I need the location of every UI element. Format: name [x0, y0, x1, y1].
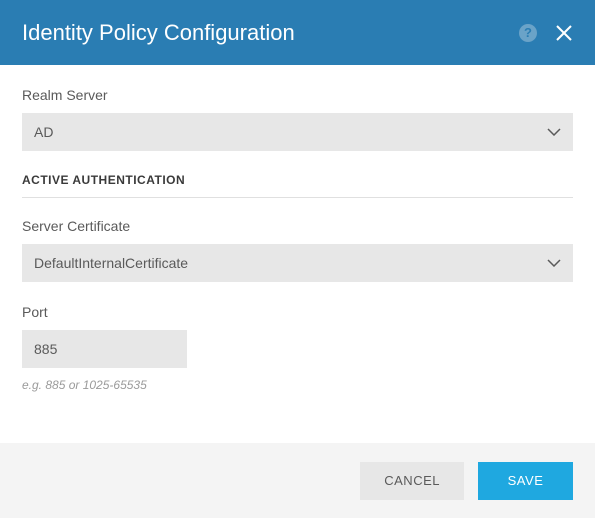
save-button[interactable]: SAVE: [478, 462, 573, 500]
chevron-down-icon: [547, 128, 561, 136]
server-certificate-select[interactable]: DefaultInternalCertificate: [22, 244, 573, 282]
help-icon[interactable]: ?: [519, 24, 537, 42]
cancel-button[interactable]: CANCEL: [360, 462, 464, 500]
dialog-header: Identity Policy Configuration ?: [0, 0, 595, 65]
port-input[interactable]: [22, 330, 187, 368]
close-icon[interactable]: [555, 24, 573, 42]
realm-server-value: AD: [34, 124, 53, 140]
realm-server-label: Realm Server: [22, 87, 573, 103]
dialog-content: Realm Server AD ACTIVE AUTHENTICATION Se…: [0, 65, 595, 392]
server-certificate-label: Server Certificate: [22, 218, 573, 234]
dialog-title: Identity Policy Configuration: [22, 20, 295, 46]
section-heading-active-auth: ACTIVE AUTHENTICATION: [22, 173, 573, 198]
chevron-down-icon: [547, 259, 561, 267]
port-label: Port: [22, 304, 573, 320]
server-certificate-field: Server Certificate DefaultInternalCertif…: [22, 218, 573, 282]
realm-server-select[interactable]: AD: [22, 113, 573, 151]
server-certificate-value: DefaultInternalCertificate: [34, 255, 188, 271]
header-icons: ?: [519, 24, 573, 42]
port-field: Port e.g. 885 or 1025-65535: [22, 304, 573, 392]
realm-server-field: Realm Server AD: [22, 87, 573, 151]
port-hint: e.g. 885 or 1025-65535: [22, 378, 573, 392]
dialog-footer: CANCEL SAVE: [0, 443, 595, 518]
